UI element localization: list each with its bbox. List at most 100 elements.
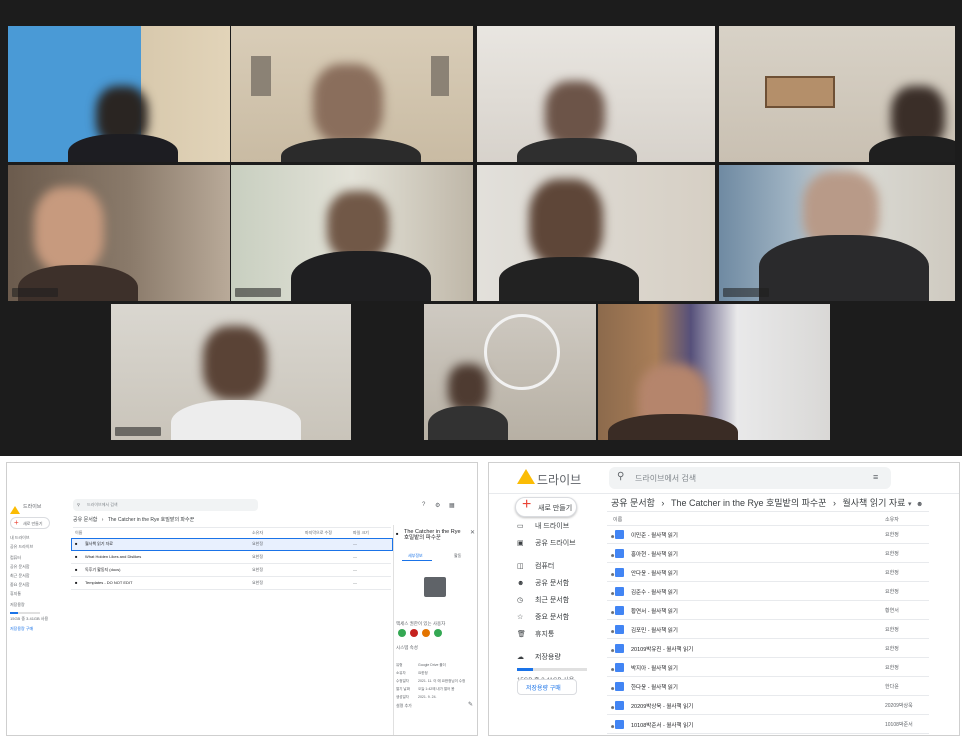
nav-trash[interactable]: 휴지통 [10,591,60,602]
avatar[interactable] [410,629,418,637]
col-owner[interactable]: 소유자 [252,530,263,536]
new-button[interactable]: + 새로 만들기 [10,517,50,529]
file-row[interactable]: 황연서 - 월사책 읽기 ☻ 황연서 [607,601,929,620]
file-row[interactable]: 한다윤 - 월사책 읽기 ☻ 한다윤 [607,677,929,696]
col-modified[interactable]: 마지막으로 수정 [305,530,332,536]
video-tile-1[interactable] [8,26,230,162]
col-owner[interactable]: 소유자 [885,516,899,523]
video-conference-grid [0,0,962,456]
file-row[interactable]: 20109박유진 - 월사책 읽기 ☻ 요한정 [607,639,929,658]
star-icon: ☆ [517,614,524,621]
tab-activity[interactable]: 활동 [454,553,461,559]
file-row[interactable]: 홍아현 - 월사책 읽기 ☻ 요한정 [607,544,929,563]
breadcrumb: 공유 문서함 › The Catcher in the Rye 호밀밭의 파수꾼… [611,496,923,509]
doc-icon [615,663,624,672]
nav-starred[interactable]: ☆ 중요 문서함 [517,612,607,629]
nav-my-drive[interactable]: ▭ 내 드라이브 [517,521,607,538]
avatar[interactable] [422,629,430,637]
video-tile-5[interactable] [8,165,230,301]
drive-brand: 드라이브 [23,504,42,510]
nav-computers[interactable]: ◫ 컴퓨터 [517,561,607,578]
file-name: 한다윤 - 월사책 읽기 [631,685,678,691]
breadcrumb-root[interactable]: 공유 문서함 [73,517,97,523]
file-name: 김준수 - 월사책 읽기 [631,590,678,596]
add-description[interactable]: 설명 추가 [396,703,412,709]
cloud-icon: ☁ [517,654,524,661]
row-name: What Holden Likes and Dislikes [85,554,142,559]
search-placeholder: 드라이브에서 검색 [87,502,118,507]
file-row[interactable]: 10108박준서 - 월사책 읽기 ☻ 10108박준서 [607,715,929,734]
avatar[interactable] [434,629,442,637]
file-owner: 20209박상욱 [885,703,913,709]
file-owner: 요한정 [885,570,899,576]
video-tile-4[interactable] [719,26,955,162]
file-row[interactable]: 김포민 - 월사책 읽기 ☻ 요한정 [607,620,929,639]
new-button[interactable]: + 새로 만들기 [515,496,577,517]
file-owner: 한다윤 [885,684,899,690]
file-row[interactable]: 이민준 - 월사책 읽기 ☻ 요한정 [607,525,929,544]
file-owner: 요한정 [885,665,899,671]
avatar[interactable] [398,629,406,637]
breadcrumb-root[interactable]: 공유 문서함 [611,498,655,508]
video-tile-8[interactable] [719,165,955,301]
right-drive-window: 드라이브 ⚲ 드라이브에서 검색 ≡ + 새로 만들기 ▭ 내 드라이브 ▣ 공유 … [488,462,960,736]
nav-my-drive[interactable]: 내 드라이브 [10,535,60,544]
drive-logo-icon [10,506,20,514]
close-icon[interactable]: ✕ [470,529,475,536]
storage-buy-button[interactable]: 저장용량 구매 [517,679,577,695]
col-name[interactable]: 이름 [75,530,82,536]
doc-icon [615,549,624,558]
nav-shared-drives[interactable]: ▣ 공유 드라이브 [517,538,607,561]
doc-icon [615,530,624,539]
details-pane: ■ The Catcher in the Rye 호밀밭의 파수꾼 ✕ 세부정보… [393,525,477,735]
clock-icon: ◷ [517,597,524,604]
row-owner: 요한정 [252,580,264,585]
filter-icon[interactable]: ≡ [873,472,878,482]
file-owner: 요한정 [885,646,899,652]
search-input[interactable]: ⚲ 드라이브에서 검색 ≡ [609,467,891,489]
file-name: 20109박유진 - 월사책 읽기 [631,647,694,653]
video-tile-6[interactable] [231,165,473,301]
col-name[interactable]: 이름 [613,516,622,523]
col-size[interactable]: 파일 크기 [353,530,369,536]
left-drive-window: 드라이브 ⚲ 드라이브에서 검색 ? ⚙ ▦ + 새로 만들기 내 드라이브 공… [6,462,478,736]
video-tile-2-active-speaker[interactable] [231,26,473,162]
video-tile-9[interactable] [111,304,351,440]
row-name: 독후기 활동지 (docs) [85,567,121,572]
nav-shared-with-me[interactable]: ☻ 공유 문서함 [517,578,607,595]
storage-bar [10,612,40,614]
nav-shared-drives[interactable]: 공유 드라이브 [10,544,60,555]
row-size: — [353,580,357,585]
video-tile-11[interactable] [598,304,830,440]
nav-computers[interactable]: 컴퓨터 [10,555,60,564]
search-input[interactable]: ⚲ 드라이브에서 검색 [73,499,258,511]
breadcrumb-folder[interactable]: The Catcher in the Rye 호밀밭의 파수꾼 [671,498,827,508]
nav-starred[interactable]: 중요 문서함 [10,582,60,591]
nav-storage[interactable]: 저장용량 [10,602,60,610]
nav-storage[interactable]: ☁ 저장용량 [517,652,607,666]
apps-icon[interactable]: ▦ [449,502,455,509]
help-icon[interactable]: ? [422,502,425,508]
breadcrumb-current[interactable]: 월사책 읽기 자료 [842,498,905,508]
search-placeholder: 드라이브에서 검색 [635,474,697,483]
nav-shared-with-me[interactable]: 공유 문서함 [10,564,60,573]
table-row[interactable] [71,538,393,551]
file-owner: 요한정 [885,627,899,633]
nav-recent[interactable]: 최근 문서함 [10,573,60,582]
video-tile-10[interactable] [424,304,596,440]
video-tile-3[interactable] [477,26,715,162]
nav-recent[interactable]: ◷ 최근 문서함 [517,595,607,612]
edit-icon[interactable]: ✎ [468,701,473,708]
file-row[interactable]: 안다윤 - 월사책 읽기 ☻ 요한정 [607,563,929,582]
tab-details[interactable]: 세부정보 [408,553,423,559]
plus-icon: + [14,518,19,527]
video-tile-7[interactable] [477,165,715,301]
breadcrumb-current[interactable]: The Catcher in the Rye 호밀밭의 파수꾼 [108,517,194,523]
storage-buy-button[interactable]: 저장용량 구매 [10,626,60,632]
file-row[interactable]: 박지아 - 월사책 읽기 ☻ 요한정 [607,658,929,677]
nav-trash[interactable]: 🗑 휴지통 [517,629,607,652]
settings-icon[interactable]: ⚙ [435,502,440,509]
file-row[interactable]: 20209박상욱 - 월사책 읽기 ☻ 20209박상욱 [607,696,929,715]
file-row[interactable]: 김준수 - 월사책 읽기 ☻ 요한정 [607,582,929,601]
details-title: The Catcher in the Rye 호밀밭의 파수꾼 [404,529,461,541]
